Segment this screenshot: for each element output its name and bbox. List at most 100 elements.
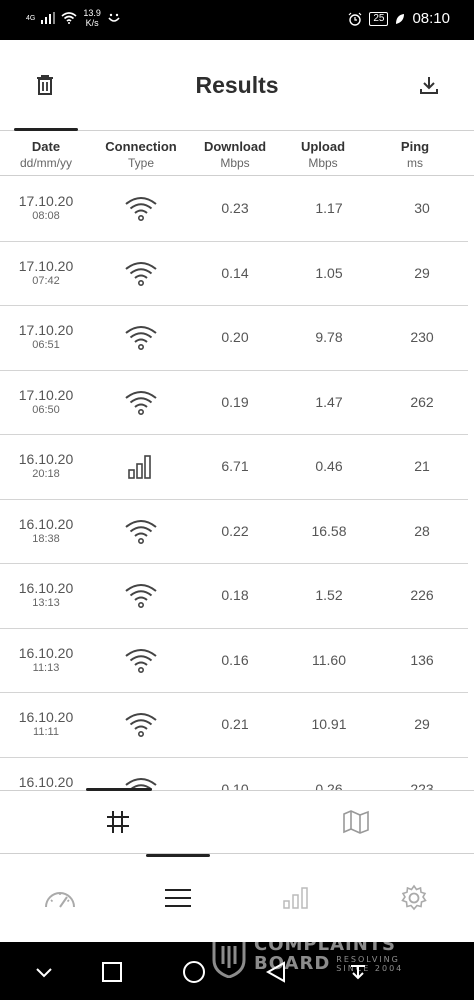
time-value: 08:08 bbox=[32, 210, 60, 222]
result-row[interactable]: 17.10.20 07:42 0.14 1.05 29 bbox=[0, 242, 468, 306]
ping-value: 262 bbox=[410, 393, 434, 410]
recents-icon[interactable] bbox=[100, 960, 124, 984]
ping-value: 230 bbox=[410, 329, 434, 345]
wifi-icon bbox=[125, 390, 157, 415]
upload-value: 1.05 bbox=[315, 264, 343, 281]
download-value: 0.20 bbox=[221, 329, 249, 345]
app-header: Results bbox=[0, 40, 474, 130]
result-date: 17.10.20 06:51 bbox=[8, 322, 84, 351]
nav-settings[interactable] bbox=[396, 882, 432, 914]
connection-type bbox=[124, 324, 158, 352]
column-download[interactable]: Download Mbps bbox=[190, 139, 280, 170]
connection-type bbox=[124, 711, 158, 739]
time-value: 07:42 bbox=[32, 274, 60, 287]
upload-value: 1.17 bbox=[315, 200, 343, 216]
download-value: 0.14 bbox=[221, 264, 249, 281]
battery-level: 25 bbox=[369, 11, 389, 26]
column-header: Date dd/mm/yy Connection Type Download M… bbox=[0, 128, 474, 176]
menu-icon bbox=[165, 889, 191, 907]
result-row[interactable]: 16.10.20 13:13 0.18 1.52 226 bbox=[0, 564, 468, 629]
result-row[interactable]: 17.10.20 06:50 0.19 1.47 262 bbox=[0, 371, 468, 435]
page-title: Results bbox=[195, 72, 279, 98]
ping-value: 223 bbox=[410, 780, 434, 791]
result-date: 16.10.20 11:11 bbox=[8, 709, 84, 738]
date-value: 16.10.20 bbox=[18, 709, 74, 725]
result-row[interactable]: 17.10.20 06:51 0.20 9.78 230 bbox=[0, 306, 468, 371]
result-row[interactable]: 16.10.20 11:13 0.16 11.60 136 bbox=[0, 629, 468, 693]
ping-value: 29 bbox=[414, 264, 430, 281]
connection-type bbox=[124, 389, 158, 417]
wifi-icon bbox=[125, 713, 157, 737]
chevron-down-icon[interactable] bbox=[32, 960, 56, 984]
status-left: 4G 13.9 K/s bbox=[26, 8, 121, 28]
result-row[interactable]: 17.10.20 08:08 0.23 1.17 30 bbox=[0, 177, 468, 242]
active-tab-indicator bbox=[86, 788, 152, 791]
nav-statistics[interactable] bbox=[278, 882, 314, 914]
result-date: 16.10.20 bbox=[8, 774, 84, 791]
connection-type bbox=[124, 453, 158, 481]
time-value: 06:50 bbox=[32, 403, 60, 416]
upload-value: 9.78 bbox=[315, 329, 343, 345]
result-date: 17.10.20 06:50 bbox=[8, 387, 84, 416]
date-value: 17.10.20 bbox=[18, 193, 74, 209]
ping-value: 29 bbox=[414, 716, 430, 732]
upload-value: 0.26 bbox=[315, 780, 343, 791]
leaf-icon bbox=[396, 13, 405, 24]
tab-list-view[interactable] bbox=[105, 809, 135, 837]
download-value: 0.23 bbox=[221, 200, 249, 216]
grid-icon bbox=[107, 811, 129, 833]
wifi-icon bbox=[125, 519, 157, 544]
export-button[interactable] bbox=[416, 72, 442, 98]
cellular-signal-icon bbox=[128, 455, 151, 479]
time-value: 20:18 bbox=[32, 468, 60, 480]
home-icon[interactable] bbox=[182, 960, 206, 984]
speedometer-icon bbox=[45, 892, 75, 908]
connection-type bbox=[124, 582, 158, 610]
wifi-icon bbox=[125, 584, 157, 608]
date-value: 17.10.20 bbox=[18, 257, 74, 274]
nav-results[interactable] bbox=[160, 882, 196, 914]
column-ping[interactable]: Ping ms bbox=[378, 139, 452, 170]
upload-value: 0.46 bbox=[315, 458, 343, 474]
column-upload[interactable]: Upload Mbps bbox=[278, 139, 368, 170]
column-date[interactable]: Date dd/mm/yy bbox=[8, 139, 84, 170]
time-value: 18:38 bbox=[32, 532, 60, 545]
download-value: 0.21 bbox=[221, 716, 249, 732]
result-date: 16.10.20 11:13 bbox=[8, 645, 84, 674]
active-nav-indicator bbox=[146, 854, 210, 857]
date-value: 16.10.20 bbox=[18, 515, 74, 532]
network-speed: 13.9 K/s bbox=[83, 8, 101, 28]
download-value: 0.22 bbox=[221, 522, 249, 539]
column-connection[interactable]: Connection Type bbox=[96, 139, 186, 170]
date-value: 16.10.20 bbox=[18, 451, 74, 467]
status-bar: 4G 13.9 K/s 25 08:10 bbox=[0, 0, 474, 40]
date-value: 17.10.20 bbox=[18, 386, 74, 403]
download-value: 0.18 bbox=[221, 587, 249, 603]
connection-type bbox=[124, 518, 158, 546]
map-icon bbox=[343, 810, 369, 834]
upload-value: 11.60 bbox=[312, 651, 346, 668]
result-row[interactable]: 16.10.20 0.10 0.26 223 bbox=[0, 758, 468, 791]
nav-speedtest[interactable] bbox=[42, 882, 78, 914]
alarm-icon bbox=[348, 12, 362, 26]
signal-icon bbox=[41, 12, 56, 24]
result-row[interactable]: 16.10.20 20:18 6.71 0.46 21 bbox=[0, 435, 468, 500]
result-date: 16.10.20 13:13 bbox=[8, 580, 84, 609]
result-row[interactable]: 16.10.20 18:38 0.22 16.58 28 bbox=[0, 500, 468, 564]
upload-value: 1.52 bbox=[315, 587, 343, 603]
time-value: 11:13 bbox=[32, 661, 60, 674]
shield-logo-icon bbox=[212, 938, 246, 978]
date-value: 16.10.20 bbox=[18, 580, 74, 596]
result-row[interactable]: 16.10.20 11:11 0.21 10.91 29 bbox=[0, 693, 468, 758]
clock: 08:10 bbox=[412, 10, 450, 27]
time-value: 06:51 bbox=[32, 339, 60, 351]
gear-icon bbox=[401, 884, 427, 911]
bar-chart-icon bbox=[283, 887, 308, 909]
results-list[interactable]: 17.10.20 08:08 0.23 1.17 30 17.10.20 07:42 0.14… bbox=[0, 177, 474, 790]
system-navigation: COMPLAINTS BOARD RESOLVING SINCE 2004 bbox=[0, 936, 474, 1000]
result-date: 16.10.20 20:18 bbox=[8, 451, 84, 480]
date-value: 17.10.20 bbox=[18, 322, 74, 338]
time-value: 11:11 bbox=[33, 726, 59, 738]
tab-map-view[interactable] bbox=[342, 809, 372, 837]
date-value: 16.10.20 bbox=[18, 644, 74, 661]
